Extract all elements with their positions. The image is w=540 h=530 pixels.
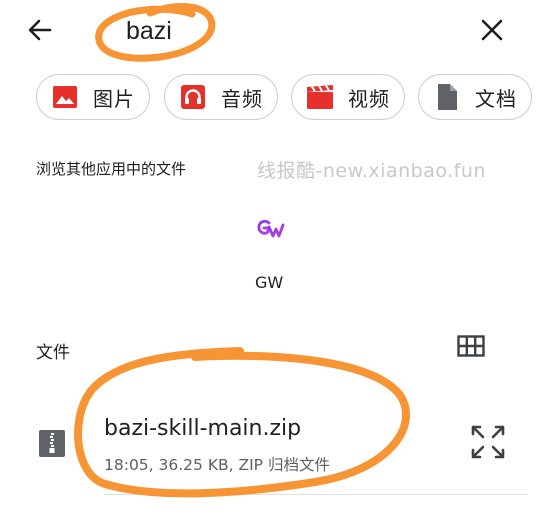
chip-label: 文档: [475, 86, 517, 111]
chip-images[interactable]: 图片: [36, 74, 150, 120]
expand-icon: [471, 425, 505, 459]
image-icon: [51, 83, 79, 111]
files-section-title: 文件: [36, 343, 70, 363]
file-name: bazi-skill-main.zip: [104, 416, 302, 441]
expand-preview-button[interactable]: [470, 424, 506, 460]
app-label: GW: [255, 273, 284, 292]
grid-view-button[interactable]: [452, 330, 490, 362]
chip-label: 音频: [221, 86, 263, 111]
gw-app-icon: [257, 219, 285, 238]
browse-other-apps-title: 浏览其他应用中的文件: [36, 160, 187, 178]
divider: [104, 494, 528, 495]
chip-label: 图片: [93, 86, 135, 111]
app-gw[interactable]: GW: [240, 210, 300, 300]
close-button[interactable]: [470, 10, 514, 50]
chip-label: 视频: [348, 86, 390, 111]
file-meta: 18:05, 36.25 KB, ZIP 归档文件: [104, 456, 330, 474]
grid-view-icon: [457, 335, 485, 357]
search-input[interactable]: [126, 14, 326, 48]
video-icon: [306, 83, 334, 111]
zip-file-icon: [39, 430, 65, 457]
headphones-icon: [179, 83, 207, 111]
chip-documents[interactable]: 文档: [418, 74, 532, 120]
back-button[interactable]: [18, 10, 62, 50]
watermark-text: 线报酷-new.xianbao.fun: [257, 160, 486, 182]
file-row[interactable]: bazi-skill-main.zip 18:05, 36.25 KB, ZIP…: [0, 400, 540, 496]
back-arrow-icon: [28, 19, 52, 41]
chip-video[interactable]: 视频: [291, 74, 405, 120]
chip-audio[interactable]: 音频: [164, 74, 278, 120]
document-icon: [433, 83, 461, 111]
close-icon: [481, 19, 503, 41]
